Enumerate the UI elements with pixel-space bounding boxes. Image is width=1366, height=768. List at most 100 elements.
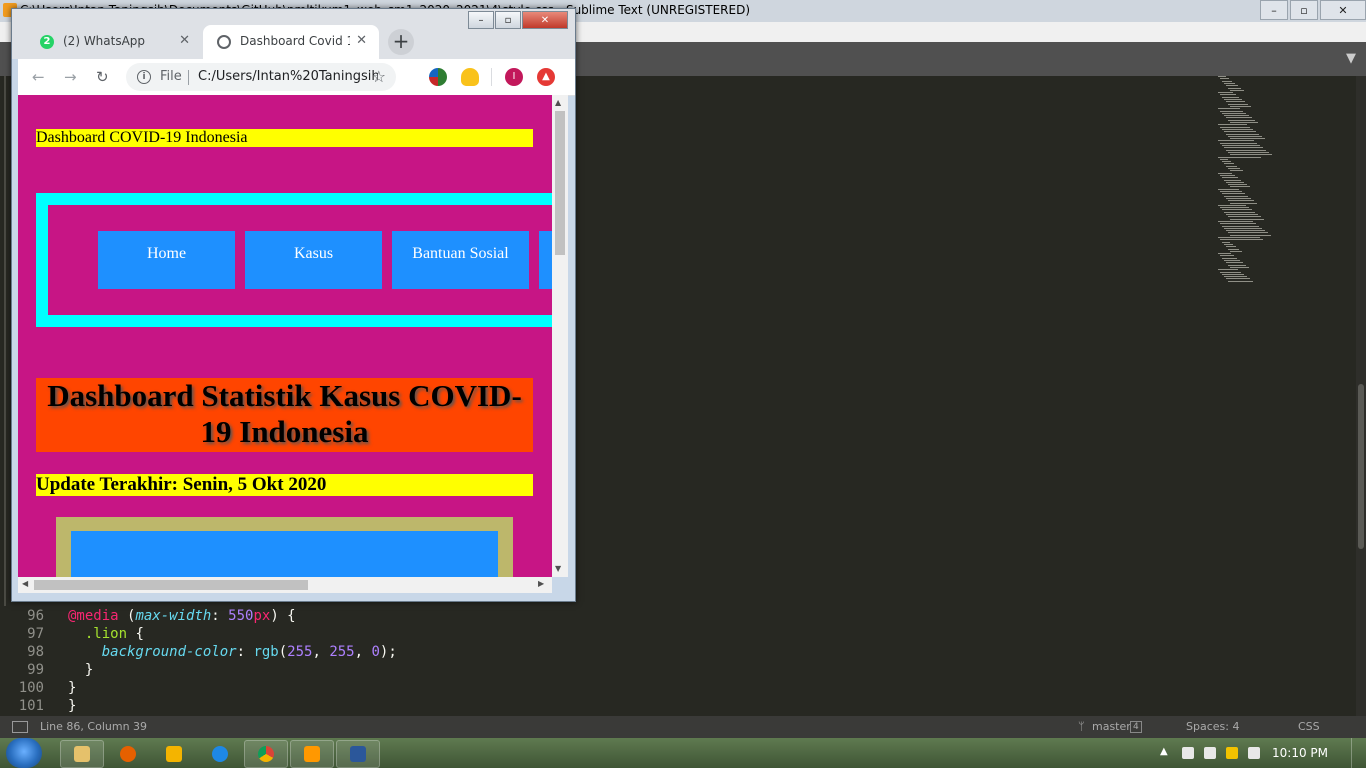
info-icon[interactable]: i <box>137 70 151 84</box>
taskbar-sublime-text[interactable] <box>290 740 334 768</box>
chrome-close-button[interactable]: ✕ <box>522 11 568 29</box>
minimap[interactable] <box>1218 76 1278 286</box>
action-center-flag-icon[interactable] <box>1182 747 1194 759</box>
taskbar-firefox[interactable] <box>106 740 150 768</box>
volume-icon[interactable] <box>1248 747 1260 759</box>
bookmark-star-icon[interactable]: ☆ <box>372 67 386 86</box>
taskbar-clock[interactable]: 10:10 PM <box>1272 746 1328 760</box>
minimap-line <box>1228 135 1262 137</box>
nav-bantuan-sosial[interactable]: Bantuan Sosial <box>392 231 529 289</box>
reload-button[interactable]: ↻ <box>96 68 109 86</box>
sublime-maximize-button[interactable]: ▫ <box>1290 0 1318 20</box>
minimap-line <box>1218 140 1254 142</box>
extension-upload-icon[interactable]: ▲ <box>537 68 555 86</box>
editor-scroll-thumb[interactable] <box>1358 384 1364 549</box>
minimap-line <box>1222 128 1253 130</box>
minimap-line <box>1224 163 1234 165</box>
device-icon[interactable] <box>1204 747 1216 759</box>
tab-dashboard-covid[interactable]: Dashboard Covid 19 ✕ <box>203 25 379 59</box>
page-horizontal-thumb[interactable] <box>34 580 308 590</box>
minimap-line <box>1228 119 1255 121</box>
forward-button[interactable]: → <box>64 68 77 86</box>
line-source: @media (max-width: 550px) { <box>68 608 296 624</box>
firefox-icon <box>120 746 136 762</box>
line-number: 101 <box>18 698 44 714</box>
minimap-line <box>1228 151 1269 153</box>
panel-toggle-icon[interactable] <box>12 721 28 733</box>
scroll-up-arrow[interactable]: ▲ <box>555 98 561 107</box>
minimap-line <box>1228 103 1248 105</box>
page-vertical-thumb[interactable] <box>555 111 565 255</box>
taskbar-explorer[interactable] <box>60 740 104 768</box>
minimap-line <box>1226 117 1252 119</box>
git-branch[interactable]: master <box>1092 720 1131 733</box>
minimap-line <box>1220 126 1250 128</box>
minimap-line <box>1226 197 1251 199</box>
minimap-line <box>1226 246 1236 248</box>
scroll-right-arrow[interactable]: ▶ <box>538 579 544 588</box>
network-warning-icon[interactable] <box>1226 747 1238 759</box>
page-horizontal-scrollbar[interactable]: ◀ ▶ <box>18 577 552 593</box>
minimap-line <box>1224 82 1235 84</box>
editor-scrollbar[interactable] <box>1356 76 1366 716</box>
nav-kasus[interactable]: Kasus <box>245 231 382 289</box>
profile-avatar[interactable]: I <box>505 68 523 86</box>
minimap-line <box>1230 154 1272 156</box>
minimap-line <box>1230 202 1257 204</box>
nav-home[interactable]: Home <box>98 231 235 289</box>
minimap-line <box>1224 276 1247 278</box>
back-button[interactable]: ← <box>32 68 45 86</box>
show-desktop-button[interactable] <box>1351 738 1366 768</box>
content-panel-inner <box>71 531 498 577</box>
taskbar-media-player[interactable] <box>152 740 196 768</box>
syntax-setting[interactable]: CSS <box>1298 720 1320 733</box>
show-hidden-icons[interactable]: ▲ <box>1160 746 1168 757</box>
minimap-line <box>1218 204 1246 206</box>
tab-close-icon[interactable]: ✕ <box>179 33 190 48</box>
tab-whatsapp[interactable]: 2 (2) WhatsApp ✕ <box>26 25 202 59</box>
minimap-line <box>1220 255 1234 257</box>
nav-item-cut-off[interactable] <box>539 231 552 289</box>
scroll-down-arrow[interactable]: ▼ <box>555 564 561 573</box>
indentation-setting[interactable]: Spaces: 4 <box>1186 720 1239 733</box>
taskbar-word[interactable] <box>336 740 380 768</box>
start-button[interactable] <box>6 738 42 768</box>
url-text[interactable]: C:/Users/Intan%20Taningsih/Documents/Git… <box>198 69 378 84</box>
minimap-line <box>1226 101 1245 103</box>
gutter-fold-line <box>4 76 6 606</box>
line-source: } <box>68 680 77 696</box>
taskbar-internet-explorer[interactable] <box>198 740 242 768</box>
taskbar: ▲ 10:10 PM <box>0 738 1366 768</box>
taskbar-chrome[interactable] <box>244 740 288 768</box>
scroll-left-arrow[interactable]: ◀ <box>22 579 28 588</box>
minimap-line <box>1220 94 1236 96</box>
tab-close-icon[interactable]: ✕ <box>356 33 367 48</box>
minimap-line <box>1224 195 1248 197</box>
minimap-line <box>1226 85 1238 87</box>
extension-ghost-icon[interactable] <box>461 68 479 86</box>
internet-explorer-icon <box>212 746 228 762</box>
minimap-line <box>1224 211 1255 213</box>
sublime-close-button[interactable]: ✕ <box>1320 0 1366 20</box>
sublime-minimize-button[interactable]: – <box>1260 0 1288 20</box>
chrome-toolbar: ← → ↻ i File C:/Users/Intan%20Taningsih/… <box>18 59 575 96</box>
minimap-line <box>1230 105 1251 107</box>
minimap-line <box>1228 232 1268 234</box>
minimap-line <box>1230 122 1258 123</box>
minimap-line <box>1230 170 1243 172</box>
tab-dropdown-icon[interactable]: ▼ <box>1346 51 1356 66</box>
new-tab-button[interactable]: + <box>388 29 414 55</box>
minimap-line <box>1222 96 1239 98</box>
extension-globe-icon[interactable] <box>429 68 447 86</box>
page-vertical-scrollbar[interactable]: ▲ ▼ <box>552 95 568 577</box>
line-source: background-color: rgb(255, 255, 0); <box>101 644 397 660</box>
chrome-tab-strip: – ▫ ✕ 2 (2) WhatsApp ✕ Dashboard Covid 1… <box>12 9 575 59</box>
chrome-icon <box>258 746 274 762</box>
last-update-text: Update Terakhir: Senin, 5 Okt 2020 <box>36 474 533 496</box>
minimap-line <box>1224 260 1240 261</box>
address-bar[interactable]: i File C:/Users/Intan%20Taningsih/Docume… <box>126 63 396 91</box>
nav-inner: Home Kasus Bantuan Sosial <box>48 205 552 315</box>
minimap-line <box>1226 149 1266 151</box>
chrome-minimize-button[interactable]: – <box>468 11 494 29</box>
chrome-maximize-button[interactable]: ▫ <box>495 11 521 29</box>
